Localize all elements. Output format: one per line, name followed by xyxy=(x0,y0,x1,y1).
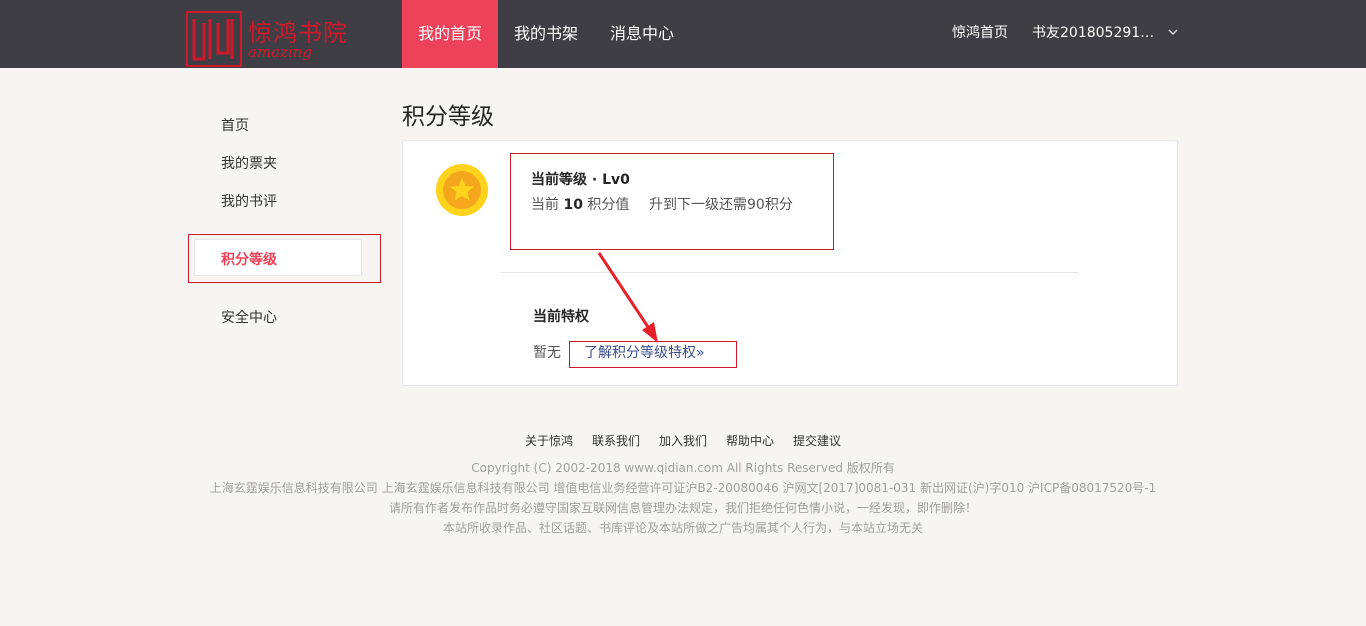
divider xyxy=(501,272,1079,273)
page-title: 积分等级 xyxy=(402,104,494,130)
footer-license: 上海玄霆娱乐信息科技有限公司 上海玄霆娱乐信息科技有限公司 增值电信业务经营许可… xyxy=(209,481,1157,495)
footer-link-about[interactable]: 关于惊鸿 xyxy=(525,432,573,449)
logo-sub-text: amazing xyxy=(248,43,313,61)
privilege-none: 暂无 xyxy=(533,345,561,361)
site-logo[interactable]: 惊鸿书院 amazing xyxy=(186,11,348,68)
annotation-box-level xyxy=(510,153,834,250)
sidebar-item-tickets[interactable]: 我的票夹 xyxy=(221,153,277,173)
footer-link-join[interactable]: 加入我们 xyxy=(659,432,707,449)
site-home-link[interactable]: 惊鸿首页 xyxy=(952,0,1008,68)
logo-emblem xyxy=(186,11,242,67)
user-menu[interactable]: 书友20180529192... xyxy=(1032,0,1162,68)
footer-notice: 请所有作者发布作品时务必遵守国家互联网信息管理办法规定，我们拒绝任何色情小说，一… xyxy=(388,501,977,515)
star-medal-icon xyxy=(436,164,488,216)
sidebar-item-security[interactable]: 安全中心 xyxy=(221,307,277,327)
sidebar-item-reviews[interactable]: 我的书评 xyxy=(221,191,277,211)
nav-my-bookshelf[interactable]: 我的书架 xyxy=(498,0,594,68)
footer-link-feedback[interactable]: 提交建议 xyxy=(793,432,841,449)
annotation-arrow-icon xyxy=(597,252,658,343)
nav-my-home[interactable]: 我的首页 xyxy=(402,0,498,68)
sidebar-item-home[interactable]: 首页 xyxy=(221,115,249,135)
footer-link-help[interactable]: 帮助中心 xyxy=(726,432,774,449)
nav-message-center[interactable]: 消息中心 xyxy=(594,0,690,68)
footer-link-contact[interactable]: 联系我们 xyxy=(592,432,640,449)
footer-copyright: Copyright (C) 2002-2018 www.qidian.com A… xyxy=(471,461,895,475)
annotation-box-sidebar xyxy=(188,234,381,283)
footer-disclaimer: 本站所收录作品、社区话题、书库评论及本站所做之广告均属其个人行为，与本站立场无关 xyxy=(442,521,923,535)
chevron-down-icon[interactable] xyxy=(1168,0,1178,68)
privilege-title: 当前特权 xyxy=(533,309,589,325)
